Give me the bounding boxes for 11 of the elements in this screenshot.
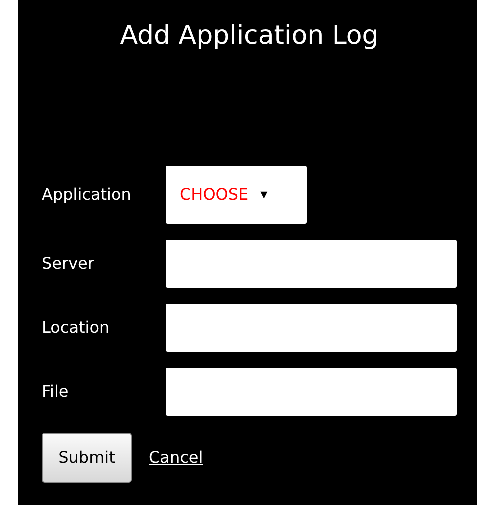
field-label: Server	[42, 254, 96, 274]
form-title: Add Application Log	[119, 20, 380, 53]
field-label: Location	[42, 318, 111, 338]
field-label: Application	[42, 185, 132, 204]
input-field[interactable]	[166, 368, 457, 416]
submit-button[interactable]: Submit	[42, 432, 132, 483]
input-field[interactable]	[166, 304, 457, 352]
field-label: File	[42, 382, 70, 402]
cancel-link[interactable]: Cancel	[149, 448, 204, 468]
application-select[interactable]: CHOOSE ▾	[166, 166, 307, 224]
input-field[interactable]	[166, 240, 457, 288]
